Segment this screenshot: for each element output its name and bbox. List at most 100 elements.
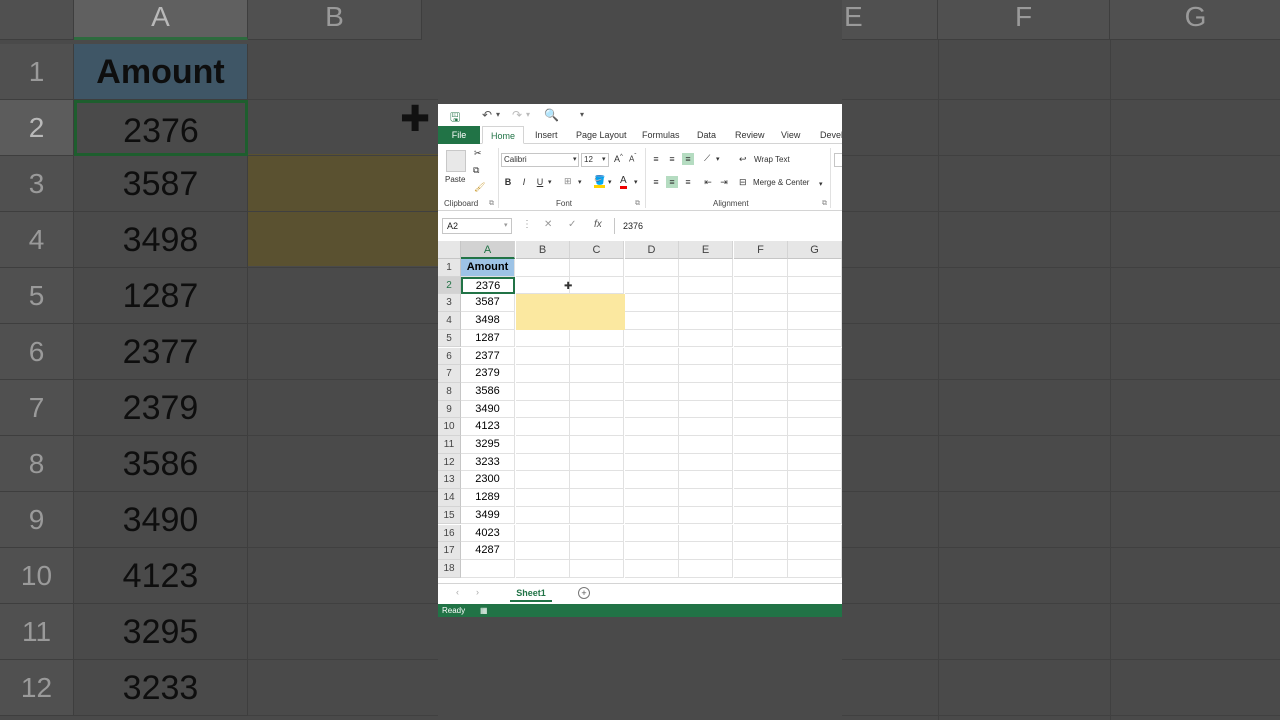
cell-d7[interactable]: [625, 365, 679, 383]
bold-button[interactable]: B: [502, 176, 514, 188]
cell-e18[interactable]: [679, 559, 733, 578]
row-header-14[interactable]: 14: [438, 489, 461, 507]
cell-d13[interactable]: [625, 471, 679, 490]
cell-d8[interactable]: [625, 382, 679, 401]
column-header-b[interactable]: B: [516, 241, 570, 259]
cell-b17[interactable]: [516, 542, 570, 560]
cell-b1[interactable]: [516, 259, 570, 277]
cell-a3[interactable]: 3587: [461, 294, 515, 313]
cell-e12[interactable]: [679, 453, 733, 472]
cell-c15[interactable]: [570, 506, 624, 525]
scroll-left-icon[interactable]: ‹: [456, 587, 459, 597]
align-bottom-icon[interactable]: ≡: [682, 153, 694, 165]
cell-d16[interactable]: [625, 524, 679, 543]
cell-d11[interactable]: [625, 436, 679, 454]
cell-g4[interactable]: [788, 312, 842, 330]
cell-e13[interactable]: [679, 471, 733, 490]
cell-f14[interactable]: [734, 489, 788, 507]
cell-c10[interactable]: [570, 418, 624, 436]
cell-b18[interactable]: [516, 559, 570, 578]
cell-a2[interactable]: 2376: [461, 276, 515, 295]
cell-b6[interactable]: [516, 347, 570, 366]
cell-e8[interactable]: [679, 382, 733, 401]
cell-a8[interactable]: 3586: [461, 382, 515, 401]
cell-c7[interactable]: [570, 365, 624, 383]
column-header-g[interactable]: G: [788, 241, 842, 259]
cell-f5[interactable]: [734, 329, 788, 348]
column-header-e[interactable]: E: [679, 241, 733, 259]
cell-a11[interactable]: 3295: [461, 436, 515, 454]
cell-d4[interactable]: [625, 312, 679, 330]
cell-a12[interactable]: 3233: [461, 453, 515, 472]
cell-b10[interactable]: [516, 418, 570, 436]
cell-g12[interactable]: [788, 453, 842, 472]
cell-b5[interactable]: [516, 329, 570, 348]
format-painter-icon[interactable]: 🖌: [474, 182, 485, 193]
row-header-6[interactable]: 6: [438, 347, 461, 366]
cell-a17[interactable]: 4287: [461, 542, 515, 560]
cell-b11[interactable]: [516, 436, 570, 454]
underline-button[interactable]: U: [534, 176, 546, 188]
cell-d15[interactable]: [625, 506, 679, 525]
cell-c6[interactable]: [570, 347, 624, 366]
row-header-16[interactable]: 16: [438, 524, 461, 543]
cell-e6[interactable]: [679, 347, 733, 366]
cell-g14[interactable]: [788, 489, 842, 507]
row-header-4[interactable]: 4: [438, 312, 461, 330]
cell-g6[interactable]: [788, 347, 842, 366]
macro-record-icon[interactable]: ▦: [480, 604, 488, 617]
cell-f9[interactable]: [734, 400, 788, 419]
clipboard-launcher-icon[interactable]: ⧉: [489, 200, 494, 208]
cell-e17[interactable]: [679, 542, 733, 560]
cell-f6[interactable]: [734, 347, 788, 366]
cell-c2[interactable]: [570, 276, 624, 295]
number-format-dropdown[interactable]: [834, 153, 842, 167]
cell-a7[interactable]: 2379: [461, 365, 515, 383]
row-header-7[interactable]: 7: [438, 365, 461, 383]
cell-a10[interactable]: 4123: [461, 418, 515, 436]
cell-e5[interactable]: [679, 329, 733, 348]
align-center-icon[interactable]: ≡: [666, 176, 678, 188]
tab-review[interactable]: Review: [735, 126, 765, 144]
cell-a6[interactable]: 2377: [461, 347, 515, 366]
row-header-12[interactable]: 12: [438, 453, 461, 472]
align-middle-icon[interactable]: ≡: [666, 153, 678, 165]
cell-d2[interactable]: [625, 276, 679, 295]
cancel-icon[interactable]: ✕: [544, 219, 552, 230]
cell-c13[interactable]: [570, 471, 624, 490]
cell-f16[interactable]: [734, 524, 788, 543]
cell-f12[interactable]: [734, 453, 788, 472]
wrap-text-button[interactable]: Wrap Text: [754, 155, 790, 164]
cell-e10[interactable]: [679, 418, 733, 436]
cell-g17[interactable]: [788, 542, 842, 560]
cell-e16[interactable]: [679, 524, 733, 543]
redo-dropdown-icon[interactable]: ▾: [526, 110, 530, 119]
cell-f18[interactable]: [734, 559, 788, 578]
cell-e4[interactable]: [679, 312, 733, 330]
row-header-18[interactable]: 18: [438, 559, 461, 578]
sheet-tab-sheet1[interactable]: Sheet1: [510, 584, 552, 602]
decrease-indent-icon[interactable]: ⇤: [702, 176, 714, 188]
cell-d9[interactable]: [625, 400, 679, 419]
enter-icon[interactable]: ✓: [568, 219, 576, 230]
cell-e9[interactable]: [679, 400, 733, 419]
cell-f1[interactable]: [734, 259, 788, 277]
cell-c14[interactable]: [570, 489, 624, 507]
borders-icon[interactable]: ⊞: [564, 176, 572, 187]
row-header-11[interactable]: 11: [438, 436, 461, 454]
cell-c12[interactable]: [570, 453, 624, 472]
copy-icon[interactable]: ⧉: [473, 165, 479, 176]
add-sheet-icon[interactable]: +: [578, 587, 590, 599]
cell-b2[interactable]: [516, 276, 570, 295]
cell-b14[interactable]: [516, 489, 570, 507]
tab-developer[interactable]: Develo: [820, 126, 842, 144]
cell-f7[interactable]: [734, 365, 788, 383]
font-launcher-icon[interactable]: ⧉: [635, 200, 640, 208]
row-header-3[interactable]: 3: [438, 294, 461, 313]
cell-g13[interactable]: [788, 471, 842, 490]
decrease-font-icon[interactable]: Aˇ: [629, 154, 636, 164]
cell-c8[interactable]: [570, 382, 624, 401]
align-right-icon[interactable]: ≡: [682, 176, 694, 188]
cell-b9[interactable]: [516, 400, 570, 419]
cell-f4[interactable]: [734, 312, 788, 330]
